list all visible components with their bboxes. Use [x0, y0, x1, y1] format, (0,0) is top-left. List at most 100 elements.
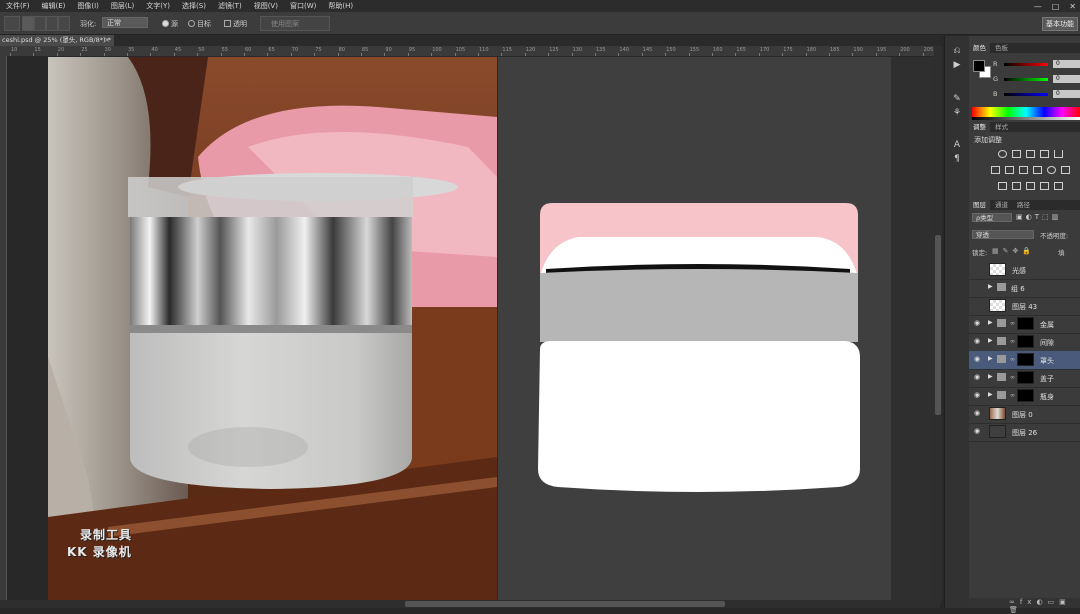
layer-mask-thumbnail[interactable]: [1017, 353, 1034, 366]
eye-icon[interactable]: ◉: [974, 356, 982, 363]
layer-row[interactable]: ◉ 图层 26: [969, 423, 1080, 442]
workspace-switcher[interactable]: 基本功能: [1042, 17, 1078, 31]
exposure-icon[interactable]: [1040, 150, 1049, 158]
layer-name[interactable]: 图层 43: [1012, 302, 1037, 312]
levels-icon[interactable]: [1012, 150, 1021, 158]
expand-arrow-icon[interactable]: ▶: [988, 391, 993, 398]
eye-icon[interactable]: ◉: [974, 428, 982, 435]
target-radio[interactable]: [188, 20, 195, 27]
mode-select[interactable]: 正常: [102, 17, 148, 28]
layer-name[interactable]: 金属: [1040, 320, 1054, 330]
channel-r-slider[interactable]: [1004, 63, 1048, 66]
tab-layers[interactable]: 图层: [969, 200, 990, 210]
layer-mask-thumbnail[interactable]: [1017, 335, 1034, 348]
actions-icon[interactable]: ▶: [951, 60, 963, 70]
tab-channels[interactable]: 通道: [991, 200, 1012, 210]
menu-file[interactable]: 文件(F): [0, 1, 36, 11]
posterize-icon[interactable]: [1012, 182, 1021, 190]
new-selection-button[interactable]: [22, 16, 34, 31]
layer-name[interactable]: 间隙: [1040, 338, 1054, 348]
use-pattern-button[interactable]: 使用图案: [260, 16, 330, 31]
vertical-scroll-thumb[interactable]: [935, 235, 941, 415]
layer-filter-select[interactable]: ρ类型: [972, 213, 1012, 222]
layer-name[interactable]: 盖子: [1040, 374, 1054, 384]
layer-row[interactable]: ◉ ▶ ∞ 盖子: [969, 369, 1080, 388]
menu-type[interactable]: 文字(Y): [140, 1, 176, 11]
layer-row[interactable]: 图层 43: [969, 297, 1080, 316]
layer-name[interactable]: 图层 0: [1012, 410, 1033, 420]
layer-row[interactable]: ▶ 组 6: [969, 279, 1080, 298]
eye-icon[interactable]: ◉: [974, 392, 982, 399]
channel-b-slider[interactable]: [1004, 93, 1048, 96]
menu-select[interactable]: 选择(S): [176, 1, 212, 11]
menu-filter[interactable]: 滤镜(T): [212, 1, 248, 11]
tab-styles[interactable]: 样式: [991, 122, 1012, 132]
menu-image[interactable]: 图像(I): [71, 1, 105, 11]
eye-icon[interactable]: ◉: [974, 410, 982, 417]
tab-color[interactable]: 颜色: [969, 43, 990, 53]
layer-name[interactable]: 光感: [1012, 266, 1026, 276]
expand-arrow-icon[interactable]: ▶: [988, 283, 993, 290]
channel-g-value[interactable]: 0: [1053, 75, 1080, 83]
expand-arrow-icon[interactable]: ▶: [988, 355, 993, 362]
channel-b-value[interactable]: 0: [1053, 90, 1080, 98]
layer-mask-thumbnail[interactable]: [1017, 317, 1034, 330]
close-tab-icon[interactable]: ×: [104, 35, 110, 46]
transparent-checkbox[interactable]: [224, 20, 231, 27]
layer-name[interactable]: 图层 26: [1012, 428, 1037, 438]
tab-paths[interactable]: 路径: [1013, 200, 1034, 210]
channel-mixer-icon[interactable]: [1047, 166, 1056, 174]
menu-window[interactable]: 窗口(W): [284, 1, 322, 11]
layer-actions-icons[interactable]: ∞fx◐▭▣🗑: [1009, 598, 1080, 614]
hue-saturation-icon[interactable]: [991, 166, 1000, 174]
layer-row[interactable]: ◉ ▶ ∞ 金属: [969, 315, 1080, 334]
channel-g-slider[interactable]: [1004, 78, 1048, 81]
layer-mask-thumbnail[interactable]: [1017, 389, 1034, 402]
tab-swatches[interactable]: 色板: [991, 43, 1012, 53]
blend-mode-select[interactable]: 穿透: [972, 230, 1034, 239]
horizontal-scroll-thumb[interactable]: [405, 601, 725, 607]
selective-color-icon[interactable]: [1054, 182, 1063, 190]
layer-row[interactable]: ◉ ▶ ∞ 瓶身: [969, 387, 1080, 406]
close-window-icon[interactable]: ✕: [1069, 2, 1076, 11]
menu-edit[interactable]: 编辑(E): [36, 1, 72, 11]
subtract-selection-button[interactable]: [46, 16, 58, 31]
color-balance-icon[interactable]: [1005, 166, 1014, 174]
eye-icon[interactable]: ◉: [974, 338, 982, 345]
color-spectrum[interactable]: [972, 107, 1080, 117]
paragraph-icon[interactable]: ¶: [951, 154, 963, 164]
layer-row[interactable]: ◉ ▶ ∞ 间隙: [969, 333, 1080, 352]
expand-arrow-icon[interactable]: ▶: [988, 319, 993, 326]
menu-view[interactable]: 视图(V): [248, 1, 284, 11]
intersect-selection-button[interactable]: [58, 16, 70, 31]
color-lookup-icon[interactable]: [1061, 166, 1070, 174]
layer-row[interactable]: 光感: [969, 261, 1080, 280]
expand-arrow-icon[interactable]: ▶: [988, 337, 993, 344]
history-icon[interactable]: ⎌: [951, 46, 963, 56]
menu-layer[interactable]: 图层(L): [105, 1, 140, 11]
layer-name[interactable]: 瓶身: [1040, 392, 1054, 402]
layer-name[interactable]: 组 6: [1011, 284, 1025, 294]
photo-filter-icon[interactable]: [1033, 166, 1042, 174]
layer-name[interactable]: 罩头: [1040, 356, 1054, 366]
tool-preset-button[interactable]: [4, 16, 20, 31]
expand-arrow-icon[interactable]: ▶: [988, 373, 993, 380]
source-radio[interactable]: [162, 20, 169, 27]
curves-icon[interactable]: [1026, 150, 1035, 158]
character-icon[interactable]: A: [951, 140, 963, 150]
layer-mask-thumbnail[interactable]: [1017, 371, 1034, 384]
layer-row[interactable]: ◉ 图层 0: [969, 405, 1080, 424]
gradient-map-icon[interactable]: [1040, 182, 1049, 190]
artwork-canvas[interactable]: [498, 57, 891, 600]
eye-icon[interactable]: ◉: [974, 320, 982, 327]
grayscale-ramp[interactable]: [972, 117, 1080, 120]
channel-r-value[interactable]: 0: [1053, 60, 1080, 68]
add-selection-button[interactable]: [34, 16, 46, 31]
layer-row-selected[interactable]: ◉ ▶ ∞ 罩头: [969, 351, 1080, 370]
black-white-icon[interactable]: [1019, 166, 1028, 174]
lock-icons[interactable]: ▦✎✥🔒: [992, 247, 1035, 255]
threshold-icon[interactable]: [1026, 182, 1035, 190]
invert-icon[interactable]: [998, 182, 1007, 190]
document-tab[interactable]: ceshi.psd @ 25% (罩头, RGB/8*) *: [0, 35, 114, 46]
layer-filter-icons[interactable]: ▣◐T⬚▥: [1016, 213, 1076, 222]
